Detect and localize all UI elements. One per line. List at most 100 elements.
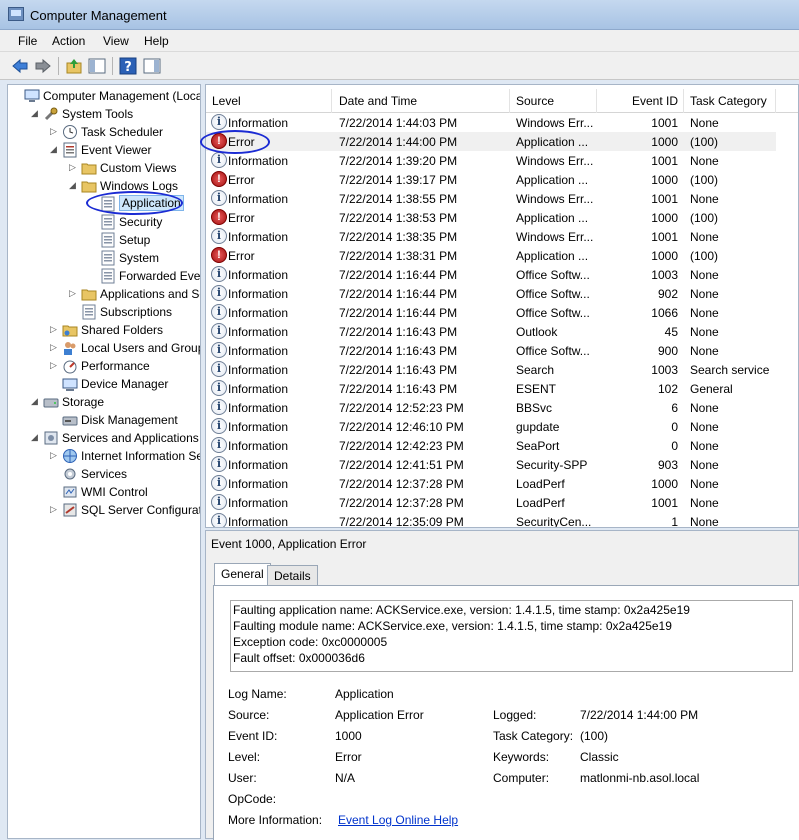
expander-icon[interactable]: ▷ [50, 324, 60, 334]
up-folder-icon[interactable] [65, 57, 83, 75]
tree-item-disk-management[interactable]: Disk Management [50, 411, 200, 429]
event-row[interactable]: Information 7/22/2014 12:37:28 PM LoadPerf… [206, 493, 776, 512]
menu-action[interactable]: Action [52, 34, 85, 48]
services-icon [64, 468, 76, 480]
tree-item-local-users-and-groups[interactable]: ▷ Local Users and Groups [50, 339, 200, 357]
expander-icon[interactable]: ▷ [50, 126, 60, 136]
menu-file[interactable]: File [18, 34, 37, 48]
cell-task-category: None [690, 420, 719, 434]
cell-level: Information [228, 515, 289, 528]
tree-item-event-viewer[interactable]: ◢ Event Viewer [50, 141, 200, 159]
tree-item-custom-views[interactable]: ▷ Custom Views [69, 159, 200, 177]
expander-icon[interactable]: ◢ [50, 144, 60, 154]
label-user: User: [228, 771, 257, 785]
menu-help[interactable]: Help [144, 34, 169, 48]
cell-event-id: 1001 [651, 230, 678, 244]
event-row[interactable]: Information 7/22/2014 1:38:35 PM Windows E… [206, 227, 776, 246]
tree-item-services-and-applications[interactable]: ◢ Services and Applications [31, 429, 200, 447]
expander-icon[interactable]: ▷ [69, 162, 79, 172]
tab-general[interactable]: General [214, 563, 271, 585]
event-row[interactable]: Information 7/22/2014 12:35:09 PM Security… [206, 512, 776, 528]
event-row[interactable]: Error 7/22/2014 1:38:53 PM Application ...… [206, 208, 776, 227]
tree-item-forwarded-event[interactable]: Forwarded Event [88, 267, 200, 285]
event-row[interactable]: Information 7/22/2014 12:42:23 PM SeaPort 0… [206, 436, 776, 455]
computer-management-icon [8, 7, 24, 21]
event-row[interactable]: Information 7/22/2014 1:16:43 PM ESENT 102 G… [206, 379, 776, 398]
cell-task-category: (100) [690, 173, 719, 187]
tree-item-internet-information-se[interactable]: ▷ Internet Information Se [50, 447, 200, 465]
tree-item-security[interactable]: Security [88, 213, 200, 231]
event-row[interactable]: Information 7/22/2014 1:38:55 PM Windows E… [206, 189, 776, 208]
expander-icon[interactable]: ◢ [69, 180, 79, 190]
event-row[interactable]: Information 7/22/2014 12:41:51 PM Security… [206, 455, 776, 474]
tree-item-computer-management-local[interactable]: Computer Management (Local [12, 87, 200, 105]
error-icon [211, 247, 227, 263]
column-header-source[interactable]: Source [510, 89, 597, 113]
tree-item-sql-server-configuratio[interactable]: ▷ SQL Server Configuratio [50, 501, 201, 519]
event-row[interactable]: Information 7/22/2014 12:52:23 PM BBSvc 6 No… [206, 398, 776, 417]
action-pane-icon[interactable] [143, 57, 161, 75]
expander-icon[interactable]: ◢ [31, 108, 41, 118]
column-header-level[interactable]: Level [206, 89, 332, 113]
menu-view[interactable]: View [103, 34, 129, 48]
cell-date: 7/22/2014 1:16:43 PM [339, 344, 458, 358]
event-row[interactable]: Error 7/22/2014 1:38:31 PM Application ...… [206, 246, 776, 265]
event-description[interactable]: Faulting application name: ACKService.ex… [230, 600, 793, 672]
event-row[interactable]: Error 7/22/2014 1:39:17 PM Application ...… [206, 170, 776, 189]
sql-icon [63, 503, 77, 517]
tree-item-wmi-control[interactable]: WMI Control [50, 483, 200, 501]
event-row[interactable]: Information 7/22/2014 1:16:44 PM Office So… [206, 303, 776, 322]
cell-date: 7/22/2014 12:41:51 PM [339, 458, 464, 472]
tree-item-device-manager[interactable]: Device Manager [50, 375, 200, 393]
cell-date: 7/22/2014 1:16:44 PM [339, 268, 458, 282]
event-log-online-help-link[interactable]: Event Log Online Help [338, 813, 458, 827]
tree-item-label: SQL Server Configuratio [81, 503, 201, 517]
event-row[interactable]: Information 7/22/2014 12:37:28 PM LoadPerf… [206, 474, 776, 493]
expander-icon[interactable]: ◢ [31, 396, 41, 406]
expander-icon[interactable]: ▷ [50, 360, 60, 370]
cell-date: 7/22/2014 12:46:10 PM [339, 420, 464, 434]
tab-details[interactable]: Details [267, 565, 318, 585]
event-row[interactable]: Information 7/22/2014 1:39:20 PM Windows E… [206, 151, 776, 170]
tree-item-system[interactable]: System [88, 249, 200, 267]
cell-source: Windows Err... [516, 192, 594, 206]
expander-icon[interactable]: ▷ [50, 450, 60, 460]
event-row[interactable]: Error7/22/2014 1:44:00 PMApplication ...… [206, 132, 776, 151]
expander-icon[interactable]: ▷ [69, 288, 79, 298]
tree-item-applications-and-se[interactable]: ▷ Applications and Se [69, 285, 200, 303]
expander-icon[interactable]: ◢ [31, 432, 41, 442]
tree-item-task-scheduler[interactable]: ▷ Task Scheduler [50, 123, 200, 141]
back-arrow-icon[interactable] [11, 57, 29, 75]
value-computer: matlonmi-nb.asol.local [580, 771, 700, 785]
event-row[interactable]: Information 7/22/2014 1:16:43 PM Outlook 45… [206, 322, 776, 341]
no-expander [88, 216, 98, 226]
event-row[interactable]: Information 7/22/2014 12:46:10 PM gupdate 0… [206, 417, 776, 436]
forward-arrow-icon[interactable] [34, 57, 52, 75]
information-icon [211, 399, 227, 415]
event-row[interactable]: Information 7/22/2014 1:16:43 PM Office So… [206, 341, 776, 360]
tree-item-system-tools[interactable]: ◢ System Tools [31, 105, 200, 123]
tree-item-services[interactable]: Services [50, 465, 200, 483]
show-hide-tree-icon[interactable] [88, 57, 106, 75]
event-row[interactable]: Information 7/22/2014 1:16:44 PM Office So… [206, 265, 776, 284]
information-icon [211, 228, 227, 244]
folder-icon [81, 163, 97, 175]
event-row[interactable]: Information 7/22/2014 1:44:03 PM Windows E… [206, 113, 776, 132]
column-header-event-id[interactable]: Event ID [597, 89, 684, 113]
tree-item-setup[interactable]: Setup [88, 231, 200, 249]
help-icon[interactable]: ? [119, 57, 137, 75]
cell-event-id: 1 [671, 515, 678, 528]
cell-task-category: None [690, 154, 719, 168]
cell-event-id: 903 [657, 458, 678, 472]
event-row[interactable]: Information 7/22/2014 1:16:43 PM Search 100… [206, 360, 776, 379]
tree-item-label: Performance [81, 359, 150, 373]
tree-item-shared-folders[interactable]: ▷ Shared Folders [50, 321, 200, 339]
tree-item-subscriptions[interactable]: Subscriptions [69, 303, 200, 321]
event-row[interactable]: Information 7/22/2014 1:16:44 PM Office So… [206, 284, 776, 303]
tree-item-performance[interactable]: ▷ Performance [50, 357, 200, 375]
column-header-date[interactable]: Date and Time [333, 89, 510, 113]
tree-item-storage[interactable]: ◢ Storage [31, 393, 200, 411]
expander-icon[interactable]: ▷ [50, 342, 60, 352]
expander-icon[interactable]: ▷ [50, 504, 60, 514]
column-header-task-category[interactable]: Task Category [684, 89, 776, 113]
